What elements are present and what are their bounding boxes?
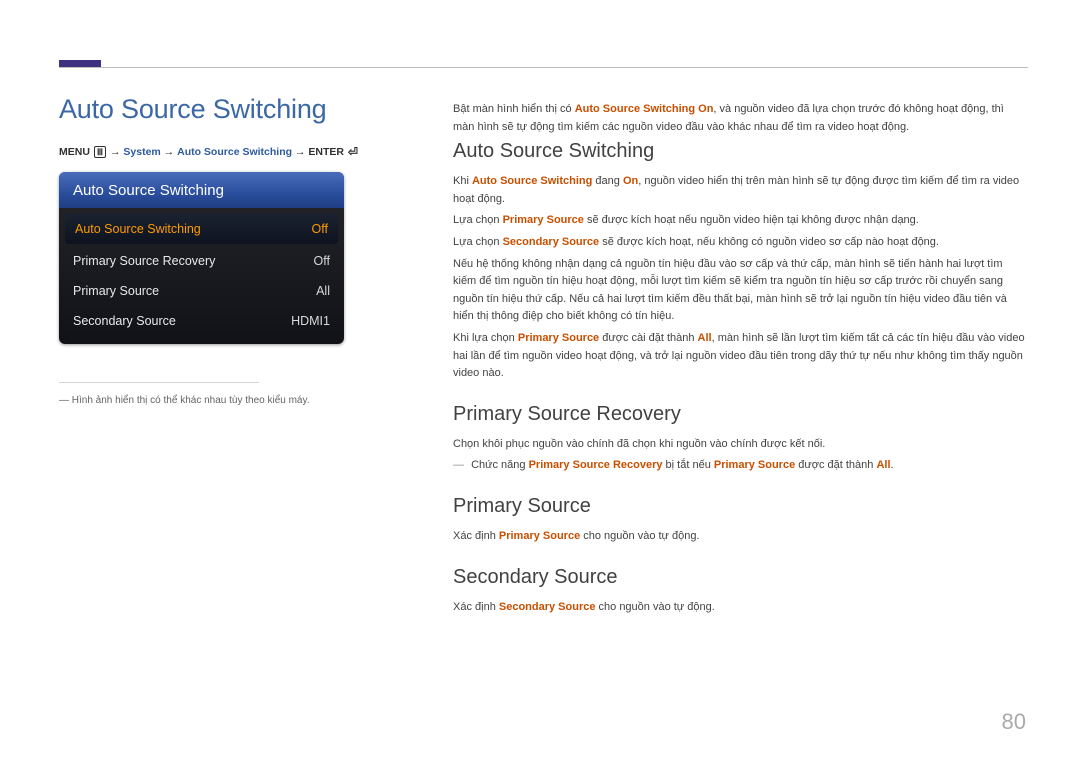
paragraph: Xác định Primary Source cho nguồn vào tự…	[453, 528, 1028, 546]
text: được đặt thành	[795, 459, 876, 471]
text: Lựa chọn	[453, 236, 503, 248]
header-rule	[59, 67, 1028, 68]
page-title: Auto Source Switching	[59, 93, 389, 125]
enter-icon: ⏎	[348, 147, 358, 157]
section-secondary-source: Secondary Source Xác định Secondary Sour…	[453, 566, 1028, 617]
breadcrumb-path1: System	[123, 146, 160, 158]
footnote-text: Hình ảnh hiển thị có thể khác nhau tùy t…	[72, 395, 310, 406]
osd-panel: Auto Source Switching Auto Source Switch…	[59, 172, 344, 344]
osd-row-primary-source[interactable]: Primary Source All	[59, 276, 344, 306]
osd-row-value: All	[316, 284, 330, 298]
paragraph: Khi Auto Source Switching đang On, nguồn…	[453, 173, 1028, 208]
osd-row-value: Off	[312, 222, 328, 236]
right-column: Bật màn hình hiển thị có Auto Source Swi…	[453, 101, 1028, 636]
menu-breadcrumb: MENU Ⅲ → System → Auto Source Switching …	[59, 145, 389, 160]
footnote-dash: ―	[59, 395, 72, 406]
text: Bật màn hình hiển thị có	[453, 103, 575, 115]
osd-row-label: Primary Source Recovery	[73, 254, 215, 268]
note-dash: ―	[453, 459, 464, 471]
text: Xác định	[453, 530, 499, 542]
highlight: Primary Source	[503, 214, 584, 226]
breadcrumb-menu: MENU	[59, 146, 90, 158]
page-number: 80	[1002, 709, 1026, 735]
text: sẽ được kích hoạt, nếu không có nguồn vi…	[599, 236, 939, 248]
paragraph: Khi lựa chọn Primary Source được cài đặt…	[453, 330, 1028, 383]
breadcrumb-sep: →	[110, 146, 123, 158]
text: Khi	[453, 175, 472, 187]
paragraph: Lựa chọn Primary Source sẽ được kích hoạ…	[453, 212, 1028, 230]
paragraph: Xác định Secondary Source cho nguồn vào …	[453, 599, 1028, 617]
breadcrumb-sep: →	[164, 146, 177, 158]
footnote: ― Hình ảnh hiển thị có thể khác nhau tùy…	[59, 393, 389, 408]
menu-icon: Ⅲ	[94, 146, 106, 158]
text: .	[891, 459, 894, 471]
section-primary-source: Primary Source Xác định Primary Source c…	[453, 495, 1028, 546]
section-heading: Secondary Source	[453, 566, 1028, 589]
highlight: Primary Source Recovery	[529, 459, 663, 471]
left-column: Auto Source Switching MENU Ⅲ → System → …	[59, 93, 389, 408]
highlight: Secondary Source	[503, 236, 600, 248]
osd-row-auto-source-switching[interactable]: Auto Source Switching Off	[65, 214, 338, 244]
osd-row-label: Primary Source	[73, 284, 159, 298]
paragraph: Chọn khôi phục nguồn vào chính đã chọn k…	[453, 436, 1028, 454]
osd-row-label: Secondary Source	[73, 314, 176, 328]
text: bị tắt nếu	[663, 459, 714, 471]
osd-row-value: HDMI1	[291, 314, 330, 328]
paragraph: Lựa chọn Secondary Source sẽ được kích h…	[453, 234, 1028, 252]
osd-row-primary-source-recovery[interactable]: Primary Source Recovery Off	[59, 246, 344, 276]
highlight: Primary Source	[518, 332, 599, 344]
section-primary-source-recovery: Primary Source Recovery Chọn khôi phục n…	[453, 403, 1028, 475]
breadcrumb-path2: Auto Source Switching	[177, 146, 292, 158]
osd-row-secondary-source[interactable]: Secondary Source HDMI1	[59, 306, 344, 336]
osd-row-label: Auto Source Switching	[75, 222, 201, 236]
intro-paragraph: Bật màn hình hiển thị có Auto Source Swi…	[453, 101, 1028, 136]
osd-row-value: Off	[314, 254, 330, 268]
paragraph: Nếu hệ thống không nhận dạng cả nguồn tí…	[453, 256, 1028, 326]
text: đang	[592, 175, 623, 187]
highlight: Primary Source	[499, 530, 580, 542]
osd-header: Auto Source Switching	[59, 172, 344, 208]
text: cho nguồn vào tự động.	[595, 601, 714, 613]
section-heading: Auto Source Switching	[453, 140, 1028, 163]
section-auto-source-switching: Auto Source Switching Khi Auto Source Sw…	[453, 140, 1028, 383]
note: ― Chức năng Primary Source Recovery bị t…	[453, 457, 1028, 475]
highlight: Primary Source	[714, 459, 795, 471]
footnote-rule	[59, 382, 259, 383]
text: sẽ được kích hoạt nếu nguồn video hiện t…	[584, 214, 919, 226]
highlight: Secondary Source	[499, 601, 596, 613]
breadcrumb-sep: →	[295, 146, 308, 158]
section-heading: Primary Source Recovery	[453, 403, 1028, 426]
text: Xác định	[453, 601, 499, 613]
text: cho nguồn vào tự động.	[580, 530, 699, 542]
text: Chức năng	[471, 459, 529, 471]
highlight: Auto Source Switching	[472, 175, 592, 187]
highlight: All	[698, 332, 712, 344]
breadcrumb-enter: ENTER	[308, 146, 344, 158]
highlight: On	[623, 175, 638, 187]
text: Lựa chọn	[453, 214, 503, 226]
text: Khi lựa chọn	[453, 332, 518, 344]
text: được cài đặt thành	[599, 332, 697, 344]
highlight: All	[876, 459, 890, 471]
highlight: Auto Source Switching On	[575, 103, 714, 115]
accent-bar	[59, 60, 101, 67]
section-heading: Primary Source	[453, 495, 1028, 518]
